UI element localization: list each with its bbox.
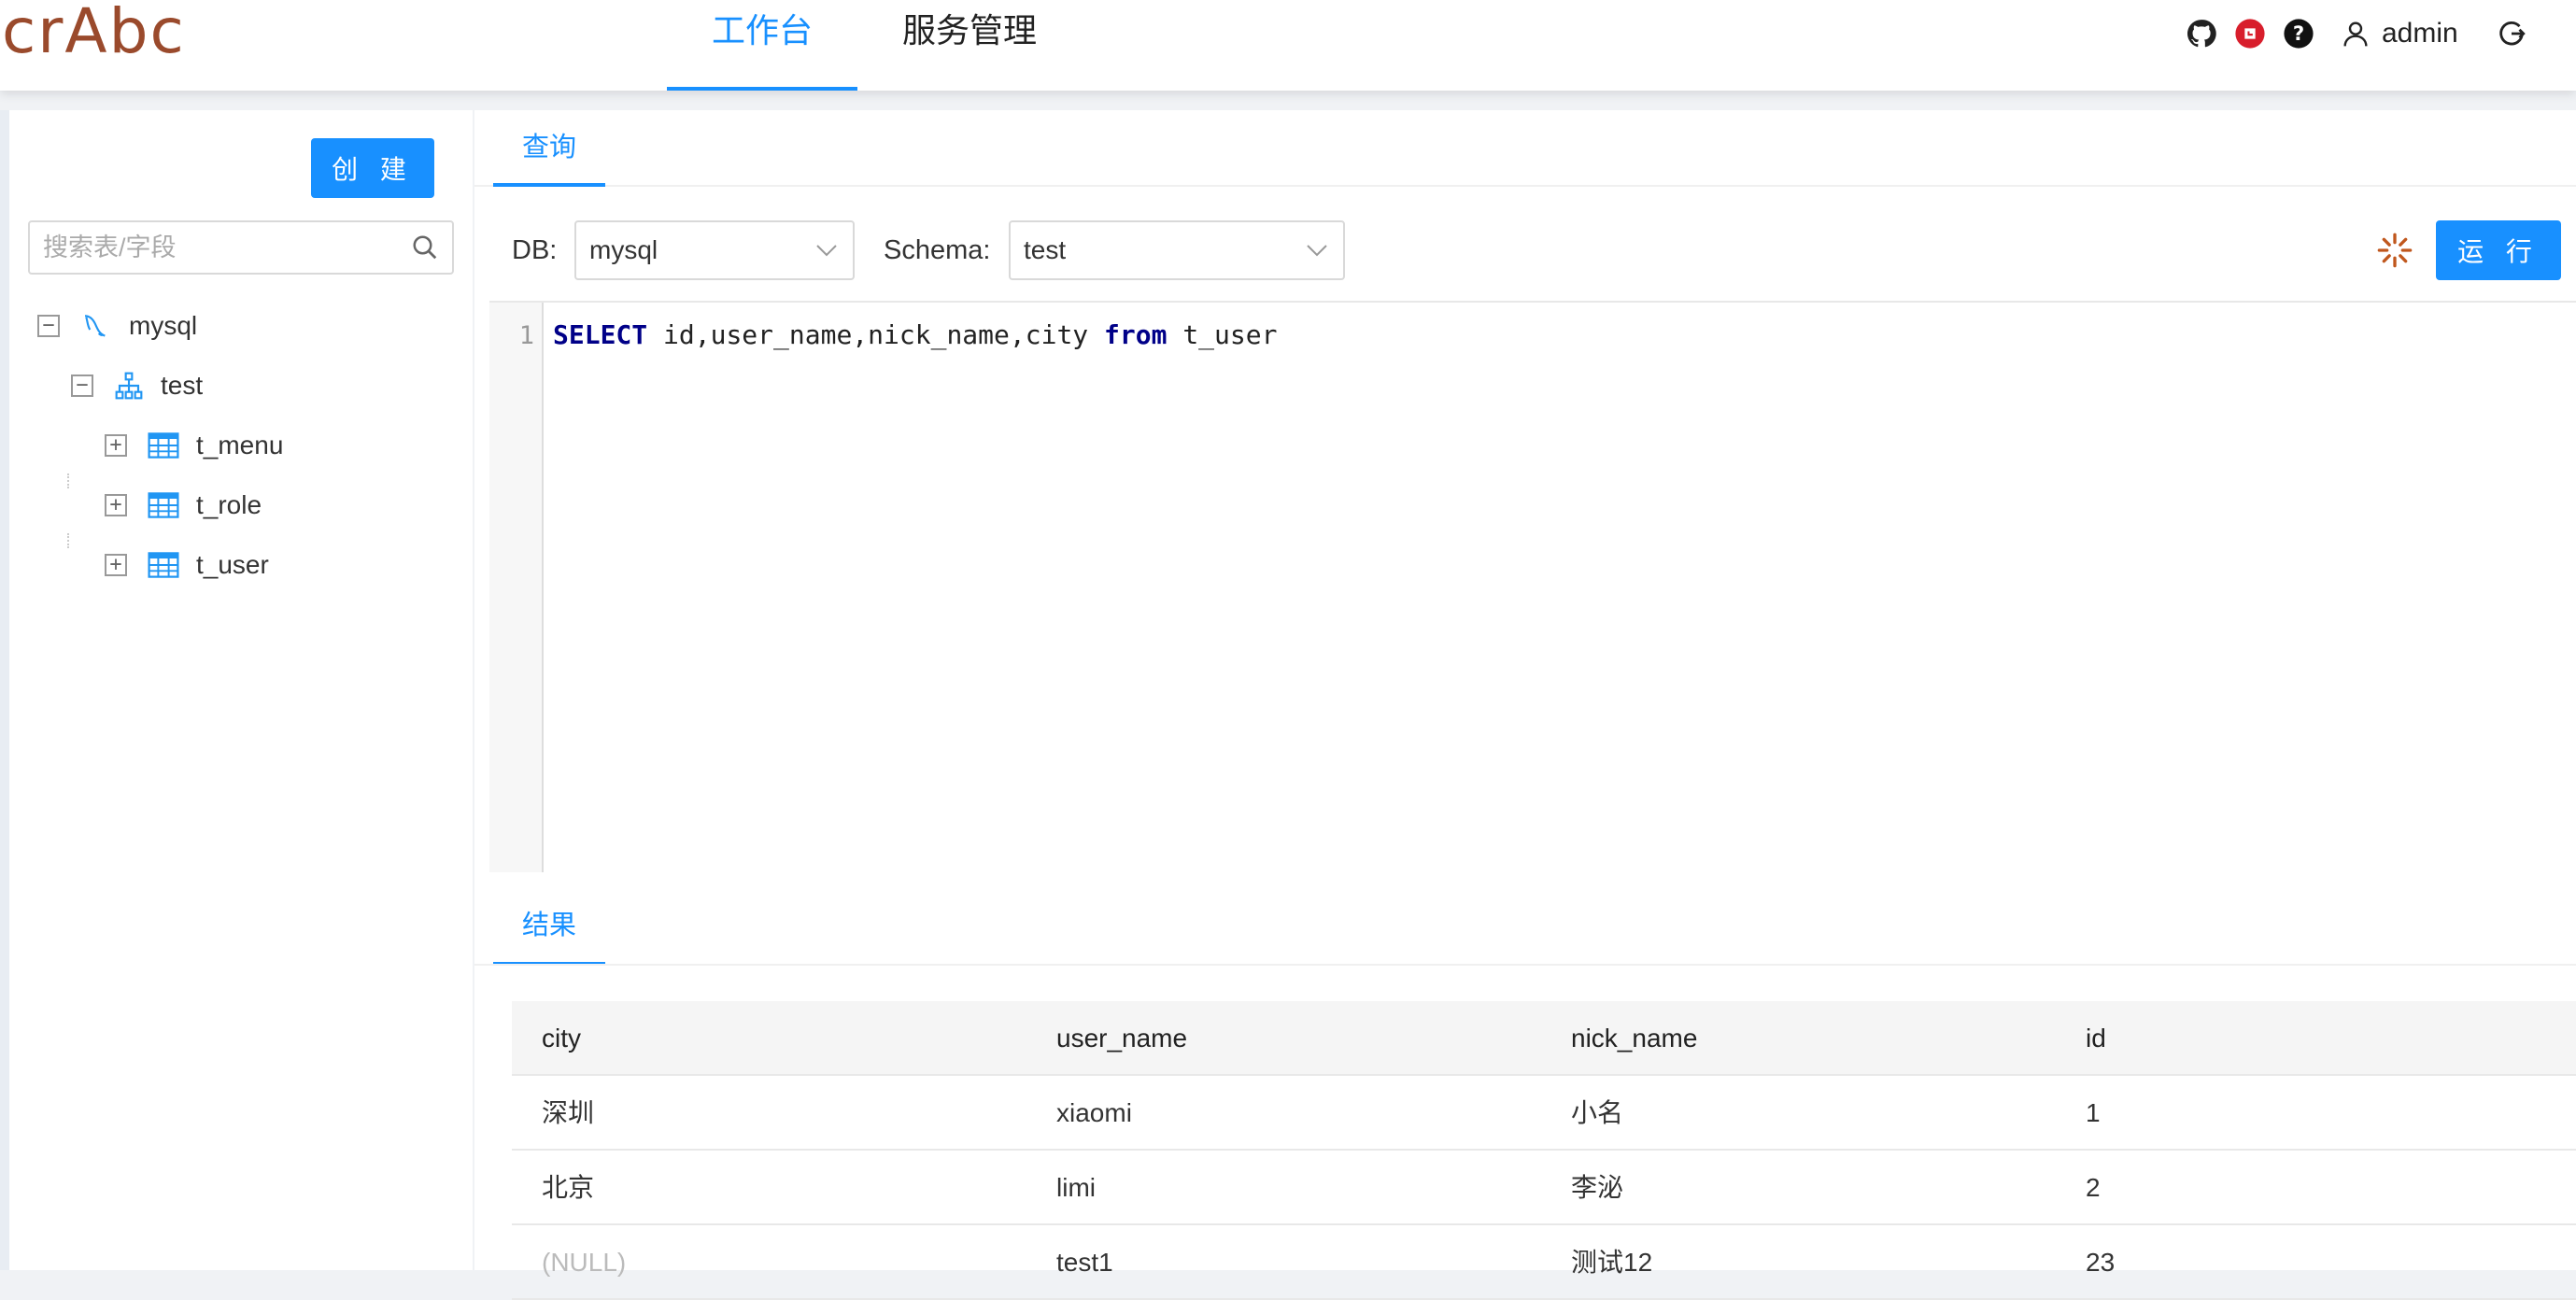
code-line[interactable]: SELECT id,user_name,nick_name,city from … — [553, 319, 1277, 350]
table-header: city user_name nick_name id — [512, 1001, 2576, 1076]
app-logo[interactable]: crAbc — [2, 0, 186, 69]
tab-results[interactable]: 结果 — [493, 885, 605, 966]
table-cell: xiaomi — [1056, 1098, 1132, 1127]
tree-connector — [67, 473, 69, 488]
gitee-icon[interactable] — [2234, 18, 2266, 49]
table-cell: 测试12 — [1571, 1248, 1653, 1277]
query-tab-bar: 查询 — [474, 110, 2576, 187]
main-panel: 查询 DB: mysql Schema: test 运 行 1 SELECT i… — [474, 110, 2576, 1300]
table-cell: 深圳 — [542, 1098, 595, 1127]
table-row[interactable]: 北京 limi 李泌 2 — [512, 1151, 2576, 1225]
tree-connector — [67, 533, 69, 548]
table-cell: 2 — [2086, 1173, 2101, 1202]
tree-label-schema: test — [161, 371, 204, 400]
db-select-value: mysql — [589, 235, 658, 264]
table-icon — [148, 552, 179, 578]
search-box — [28, 220, 454, 275]
column-header[interactable]: id — [2086, 1001, 2106, 1076]
nav-tab-service-management[interactable]: 服务管理 — [885, 0, 1054, 91]
table-cell: 北京 — [542, 1173, 595, 1202]
search-icon[interactable] — [411, 233, 439, 261]
tab-query[interactable]: 查询 — [493, 110, 605, 187]
editor-gutter: 1 — [489, 303, 544, 872]
user-icon — [2343, 21, 2368, 47]
tree-label-db: mysql — [129, 311, 198, 340]
chevron-down-icon — [816, 245, 837, 257]
table-icon — [148, 432, 179, 459]
column-header[interactable]: city — [542, 1001, 581, 1076]
schema-label: Schema: — [884, 235, 991, 265]
schema-icon — [115, 372, 143, 400]
mysql-icon — [84, 315, 106, 337]
svg-text:?: ? — [2293, 22, 2304, 46]
table-cell: 李泌 — [1571, 1173, 1624, 1202]
schema-select-value: test — [1024, 235, 1067, 264]
username: admin — [2382, 18, 2458, 49]
tree-node-table[interactable]: + t_menu — [105, 422, 283, 469]
schema-select[interactable]: test — [1009, 220, 1345, 280]
github-icon[interactable] — [2186, 18, 2217, 49]
table-cell: 1 — [2086, 1098, 2101, 1127]
expand-toggle[interactable]: + — [105, 434, 127, 457]
tree-label-table: t_user — [196, 550, 269, 579]
tree-label-table: t_role — [196, 490, 262, 519]
tree-node-db[interactable]: − mysql — [37, 303, 197, 349]
sql-editor[interactable]: 1 SELECT id,user_name,nick_name,city fro… — [489, 301, 2576, 872]
search-input[interactable] — [43, 222, 398, 273]
chevron-down-icon — [1307, 245, 1327, 257]
code-table: t_user — [1167, 319, 1278, 350]
table-cell: 小名 — [1571, 1098, 1624, 1127]
sidebar: 创 建 − mysql − test + t_menu + t_role + t… — [9, 110, 473, 1270]
format-sparkle-icon[interactable] — [2376, 232, 2413, 269]
user-menu[interactable]: admin — [2341, 18, 2458, 49]
sidebar-edge — [0, 110, 9, 1270]
table-row[interactable]: (NULL) test1 测试12 23 — [512, 1225, 2576, 1300]
table-cell: test1 — [1056, 1248, 1113, 1277]
run-button[interactable]: 运 行 — [2436, 220, 2561, 280]
column-header[interactable]: user_name — [1056, 1001, 1187, 1076]
code-columns: id,user_name,nick_name,city — [647, 319, 1105, 350]
line-number: 1 — [518, 321, 534, 350]
tree-node-table[interactable]: + t_user — [105, 542, 269, 588]
create-button[interactable]: 创 建 — [311, 138, 434, 198]
db-select[interactable]: mysql — [574, 220, 855, 280]
tree-node-table[interactable]: + t_role — [105, 482, 262, 529]
help-icon[interactable]: ? — [2283, 18, 2314, 49]
collapse-toggle[interactable]: − — [37, 315, 60, 337]
table-cell-null: (NULL) — [542, 1248, 627, 1277]
db-label: DB: — [512, 235, 558, 265]
table-icon — [148, 492, 179, 518]
column-header[interactable]: nick_name — [1571, 1001, 1697, 1076]
top-header: crAbc 工作台 服务管理 ? admin — [0, 0, 2576, 91]
results-divider — [474, 964, 2576, 966]
tree-label-table: t_menu — [196, 431, 284, 459]
logout-icon[interactable] — [2496, 18, 2527, 49]
table-row[interactable]: 深圳 xiaomi 小名 1 — [512, 1076, 2576, 1151]
expand-toggle[interactable]: + — [105, 554, 127, 576]
keyword-from: from — [1104, 319, 1168, 350]
table-cell: 23 — [2086, 1248, 2116, 1277]
expand-toggle[interactable]: + — [105, 494, 127, 516]
header-actions: ? admin — [2186, 15, 2527, 52]
nav-tab-workbench[interactable]: 工作台 — [667, 0, 857, 91]
keyword-select: SELECT — [553, 319, 648, 350]
table-cell: limi — [1056, 1173, 1096, 1202]
tree-node-schema[interactable]: − test — [71, 362, 203, 409]
collapse-toggle[interactable]: − — [71, 374, 93, 397]
